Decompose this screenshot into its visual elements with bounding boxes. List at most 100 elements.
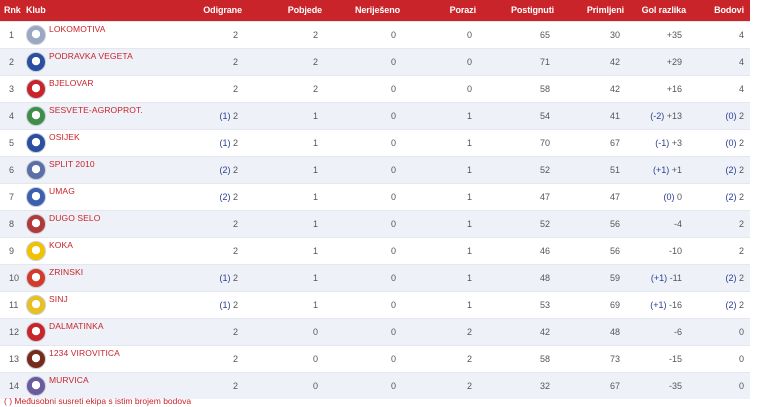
header-gol-razlika[interactable]: Gol razlika bbox=[632, 0, 694, 21]
club-cell: DALMATINKA bbox=[26, 318, 178, 345]
draws-cell: 0 bbox=[390, 191, 396, 202]
goal-diff-mini: (+1) bbox=[652, 164, 672, 175]
wins-cell: 0 bbox=[312, 326, 318, 337]
wins-cell: 1 bbox=[312, 272, 318, 283]
header-klub[interactable]: Klub bbox=[26, 0, 178, 21]
club-crest-icon[interactable] bbox=[26, 213, 46, 234]
wins-cell: 1 bbox=[312, 191, 318, 202]
played-value: 2 bbox=[232, 137, 238, 148]
club-crest-icon[interactable] bbox=[26, 267, 46, 288]
header-bodovi[interactable]: Bodovi bbox=[694, 0, 750, 21]
rank-cell: 10 bbox=[9, 272, 20, 283]
table-row: 12 DALMATINKA 2 0 0 2 42 48 -6 0 bbox=[0, 318, 750, 345]
club-cell: SINJ bbox=[26, 291, 178, 318]
club-crest-icon[interactable] bbox=[26, 24, 46, 45]
points-cell: 2 bbox=[694, 210, 750, 237]
club-name-link[interactable]: DUGO SELO bbox=[49, 213, 100, 223]
header-nerijeseno[interactable]: Neriješeno bbox=[330, 0, 408, 21]
club-name-link[interactable]: SESVETE-AGROPROT. bbox=[49, 105, 143, 115]
goals-against-cell: 42 bbox=[609, 83, 620, 94]
draws-cell: 0 bbox=[390, 380, 396, 391]
goal-diff-value: +16 bbox=[666, 83, 682, 94]
goal-diff-value: -35 bbox=[668, 380, 682, 391]
points-mini: (2) bbox=[725, 191, 739, 202]
header-pobjede[interactable]: Pobjede bbox=[250, 0, 330, 21]
header-primljeni[interactable]: Primljeni bbox=[562, 0, 632, 21]
played-cell: 2 bbox=[178, 210, 250, 237]
wins-cell: 2 bbox=[312, 83, 318, 94]
points-mini: (2) bbox=[725, 164, 739, 175]
goals-against-cell: 56 bbox=[609, 218, 620, 229]
club-name-link[interactable]: SINJ bbox=[49, 294, 68, 304]
rank-cell: 1 bbox=[9, 29, 15, 40]
club-cell: KOKA bbox=[26, 237, 178, 264]
goal-diff-cell: (+1) -16 bbox=[632, 291, 694, 318]
played-value: 2 bbox=[232, 29, 238, 40]
club-name-link[interactable]: LOKOMOTIVA bbox=[49, 24, 106, 34]
club-name-link[interactable]: PODRAVKA VEGETA bbox=[49, 51, 133, 61]
club-name-link[interactable]: BJELOVAR bbox=[49, 78, 94, 88]
club-name-link[interactable]: 1234 VIROVITICA bbox=[49, 348, 120, 358]
draws-cell: 0 bbox=[390, 218, 396, 229]
standings-panel: Rnk Klub Odigrane Pobjede Neriješeno Por… bbox=[0, 0, 750, 406]
club-crest-icon[interactable] bbox=[26, 348, 46, 369]
goal-diff-value: 0 bbox=[676, 191, 682, 202]
header-porazi[interactable]: Porazi bbox=[408, 0, 484, 21]
losses-cell: 1 bbox=[466, 299, 472, 310]
played-value: 2 bbox=[232, 245, 238, 256]
club-crest-icon[interactable] bbox=[26, 105, 46, 126]
club-name-link[interactable]: DALMATINKA bbox=[49, 321, 104, 331]
points-cell: (0) 2 bbox=[694, 129, 750, 156]
points-cell: (0) 2 bbox=[694, 102, 750, 129]
goal-diff-value: +1 bbox=[671, 164, 682, 175]
club-name-link[interactable]: UMAG bbox=[49, 186, 75, 196]
draws-cell: 0 bbox=[390, 245, 396, 256]
played-value: 2 bbox=[232, 191, 238, 202]
points-value: 2 bbox=[738, 272, 744, 283]
goals-against-cell: 48 bbox=[609, 326, 620, 337]
club-name-link[interactable]: SPLIT 2010 bbox=[49, 159, 95, 169]
goals-for-cell: 54 bbox=[539, 110, 550, 121]
points-mini: (2) bbox=[725, 299, 739, 310]
wins-cell: 2 bbox=[312, 29, 318, 40]
goal-diff-mini: (-1) bbox=[655, 137, 672, 148]
club-cell: SESVETE-AGROPROT. bbox=[26, 102, 178, 129]
club-crest-icon[interactable] bbox=[26, 240, 46, 261]
rank-cell: 7 bbox=[9, 191, 15, 202]
header-odigrane[interactable]: Odigrane bbox=[178, 0, 250, 21]
header-rnk[interactable]: Rnk bbox=[0, 0, 26, 21]
club-crest-icon[interactable] bbox=[26, 375, 46, 396]
goals-for-cell: 46 bbox=[539, 245, 550, 256]
header-postignuti[interactable]: Postignuti bbox=[484, 0, 562, 21]
points-cell: (2) 2 bbox=[694, 291, 750, 318]
losses-cell: 1 bbox=[466, 137, 472, 148]
losses-cell: 1 bbox=[466, 245, 472, 256]
draws-cell: 0 bbox=[390, 164, 396, 175]
club-crest-icon[interactable] bbox=[26, 159, 46, 180]
club-crest-icon[interactable] bbox=[26, 78, 46, 99]
played-cell: (1) 2 bbox=[178, 129, 250, 156]
played-value: 2 bbox=[232, 56, 238, 67]
club-name-link[interactable]: KOKA bbox=[49, 240, 73, 250]
goals-against-cell: 69 bbox=[609, 299, 620, 310]
club-crest-icon[interactable] bbox=[26, 51, 46, 72]
goals-for-cell: 48 bbox=[539, 272, 550, 283]
points-value: 4 bbox=[738, 29, 744, 40]
club-crest-icon[interactable] bbox=[26, 294, 46, 315]
club-crest-icon[interactable] bbox=[26, 132, 46, 153]
table-row: 13 1234 VIROVITICA 2 0 0 2 58 73 -15 0 bbox=[0, 345, 750, 372]
club-name-link[interactable]: MURVICA bbox=[49, 375, 89, 385]
draws-cell: 0 bbox=[390, 83, 396, 94]
club-crest-icon[interactable] bbox=[26, 186, 46, 207]
goals-against-cell: 41 bbox=[609, 110, 620, 121]
club-name-link[interactable]: OSIJEK bbox=[49, 132, 80, 142]
goal-diff-cell: +35 bbox=[632, 21, 694, 48]
club-crest-icon[interactable] bbox=[26, 321, 46, 342]
club-name-link[interactable]: ZRINSKI bbox=[49, 267, 83, 277]
played-cell: 2 bbox=[178, 318, 250, 345]
played-cell: 2 bbox=[178, 237, 250, 264]
club-cell: MURVICA bbox=[26, 372, 178, 399]
played-cell: (2) 2 bbox=[178, 156, 250, 183]
played-cell: (1) 2 bbox=[178, 264, 250, 291]
points-value: 2 bbox=[738, 164, 744, 175]
